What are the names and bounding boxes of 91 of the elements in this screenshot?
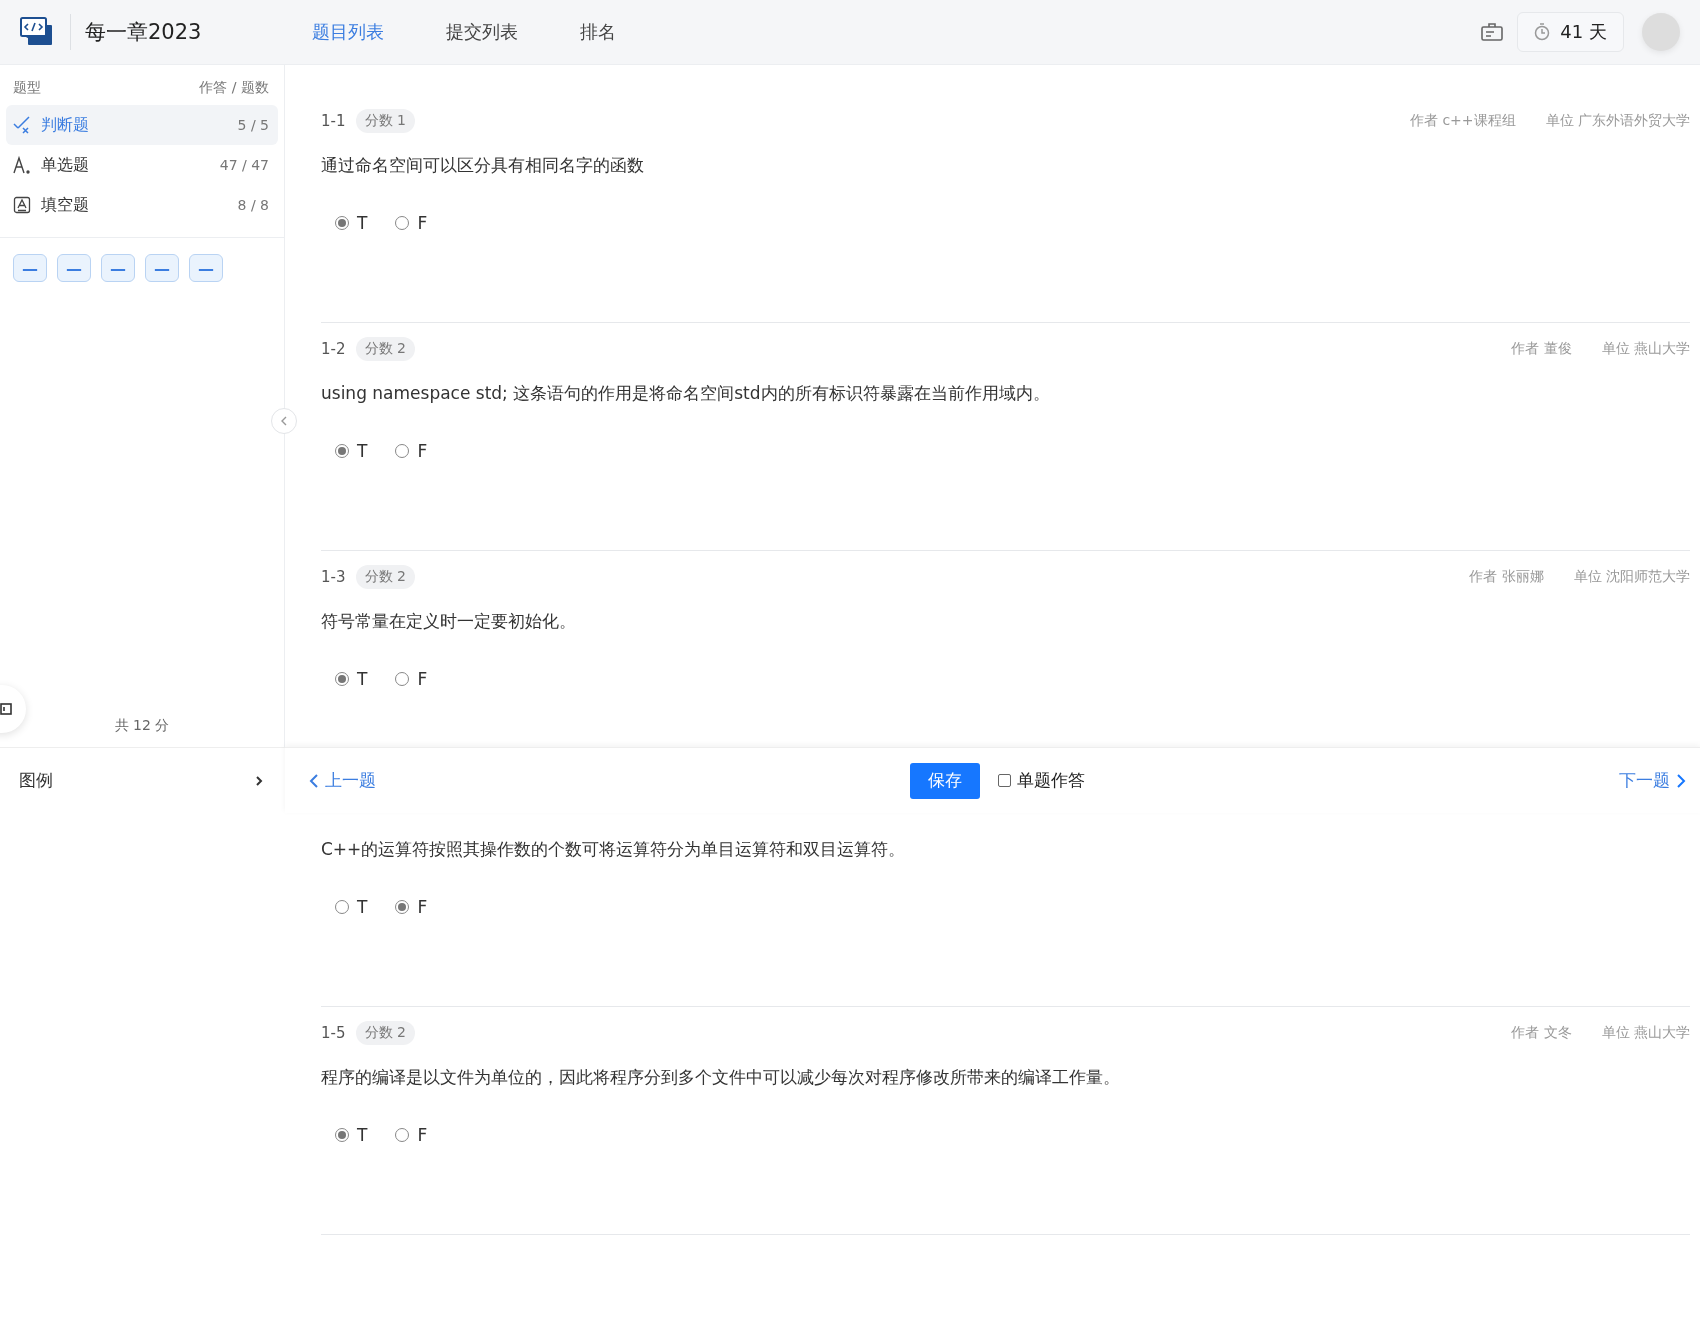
question-text: C++的运算符按照其操作数的个数可将运算符分为单目运算符和双目运算符。 xyxy=(321,838,907,861)
answer-option[interactable]: T xyxy=(335,669,368,689)
type-label: 判断题 xyxy=(41,114,89,136)
author-text: 作者 文冬 xyxy=(1511,1024,1572,1042)
checkbox-label: 单题作答 xyxy=(1017,769,1085,792)
legend-label: 图例 xyxy=(19,769,53,792)
option-label: T xyxy=(357,441,368,461)
type-label: 单选题 xyxy=(41,154,89,176)
question-number-button[interactable]: — xyxy=(57,254,91,282)
next-link[interactable]: 下一题 xyxy=(1619,769,1686,792)
answer-count: 8 / 8 xyxy=(237,197,269,213)
answer-option[interactable]: F xyxy=(395,897,428,917)
question-number: 1-2 xyxy=(321,340,346,358)
radio-button[interactable] xyxy=(335,1128,349,1142)
answer-count: 47 / 47 xyxy=(219,157,269,173)
radio-button[interactable] xyxy=(335,900,349,914)
course-title: 每一章2023 xyxy=(85,19,203,46)
chevron-right-icon xyxy=(1676,772,1686,789)
save-button[interactable]: 保存 xyxy=(910,762,980,799)
question-text: 通过命名空间可以区分具有相同名字的函数 xyxy=(321,154,645,177)
answer-option[interactable]: F xyxy=(395,669,428,689)
panel-icon xyxy=(0,703,12,715)
radio-button[interactable] xyxy=(335,444,349,458)
radio-button[interactable] xyxy=(395,216,410,230)
question-number: 1-3 xyxy=(321,568,346,586)
answer-count: 5 / 5 xyxy=(237,117,269,133)
nav-tab[interactable]: 提交列表 xyxy=(446,20,518,44)
question-number-button[interactable]: — xyxy=(145,254,179,282)
author-text: 作者 c++课程组 xyxy=(1409,112,1516,130)
score-tag: 分数 1 xyxy=(355,109,415,133)
unit-text: 单位 沈阳师范大学 xyxy=(1573,568,1690,586)
radio-button[interactable] xyxy=(395,672,410,686)
checkbox[interactable] xyxy=(998,774,1011,787)
nav-tab[interactable]: 排名 xyxy=(580,20,616,44)
days-left-text: 41 天 xyxy=(1560,20,1607,44)
question-number: 1-1 xyxy=(321,112,346,130)
stopwatch-icon xyxy=(1534,23,1551,41)
question-type-item[interactable]: 判断题 5 / 5 xyxy=(6,105,278,145)
check-cross-icon xyxy=(13,116,31,134)
option-label: F xyxy=(417,669,428,689)
type-column-label: 题型 xyxy=(13,79,41,97)
unit-text: 单位 燕山大学 xyxy=(1601,340,1690,358)
radio-button[interactable] xyxy=(335,216,349,230)
question-number-button[interactable]: — xyxy=(189,254,223,282)
score-tag: 分数 2 xyxy=(355,1021,415,1045)
option-label: F xyxy=(417,1125,428,1145)
radio-button[interactable] xyxy=(395,900,410,914)
author-text: 作者 董俊 xyxy=(1511,340,1572,358)
author-text: 作者 张丽娜 xyxy=(1469,568,1544,586)
option-label: F xyxy=(417,441,428,461)
answer-option[interactable]: F xyxy=(395,441,428,461)
option-label: F xyxy=(417,897,428,917)
chevron-right-icon xyxy=(255,774,263,787)
option-label: T xyxy=(357,669,368,689)
previous-link[interactable]: 上一题 xyxy=(309,769,376,792)
total-score: 共 12 分 xyxy=(113,717,171,735)
monitor-code-logo xyxy=(20,17,54,47)
question-text: 符号常量在定义时一定要初始化。 xyxy=(321,610,577,633)
letter-a-icon xyxy=(13,156,31,174)
count-column-label: 作答 / 题数 xyxy=(199,79,269,97)
answer-option[interactable]: T xyxy=(335,897,368,917)
question-type-item[interactable]: 填空题 8 / 8 xyxy=(6,185,278,225)
type-label: 填空题 xyxy=(41,194,89,216)
radio-button[interactable] xyxy=(335,672,349,686)
score-tag: 分数 2 xyxy=(355,565,415,589)
nav-tab[interactable]: 题目列表 xyxy=(312,20,384,44)
option-label: T xyxy=(357,1125,368,1145)
answer-option[interactable]: T xyxy=(335,441,368,461)
score-tag: 分数 2 xyxy=(355,337,415,361)
boxed-letter-icon xyxy=(13,196,31,214)
answer-option[interactable]: T xyxy=(335,213,368,233)
single-answer-checkbox[interactable]: 单题作答 xyxy=(998,769,1085,792)
option-label: T xyxy=(357,213,368,233)
answer-option[interactable]: F xyxy=(395,213,428,233)
option-label: F xyxy=(417,213,428,233)
unit-text: 单位 燕山大学 xyxy=(1601,1024,1690,1042)
chevron-left-icon xyxy=(309,772,319,789)
radio-button[interactable] xyxy=(395,444,410,458)
unit-text: 单位 广东外语外贸大学 xyxy=(1545,112,1690,130)
answer-option[interactable]: F xyxy=(395,1125,428,1145)
question-number-button[interactable]: — xyxy=(101,254,135,282)
question-text: 程序的编译是以文件为单位的，因此将程序分到多个文件中可以减少每次对程序修改所带来的编译工作量。 xyxy=(321,1066,1121,1089)
id-card-icon[interactable] xyxy=(1481,22,1504,42)
radio-button[interactable] xyxy=(395,1128,410,1142)
question-number-button[interactable]: — xyxy=(13,254,47,282)
answer-option[interactable]: T xyxy=(335,1125,368,1145)
question-text: using namespace std; 这条语句的作用是将命名空间std内的所有标识符暴露在当前作用域内。 xyxy=(321,382,1051,405)
option-label: T xyxy=(357,897,368,917)
question-type-item[interactable]: 单选题 47 / 47 xyxy=(6,145,278,185)
question-number: 1-5 xyxy=(321,1024,346,1042)
chevron-left-icon xyxy=(280,416,288,426)
